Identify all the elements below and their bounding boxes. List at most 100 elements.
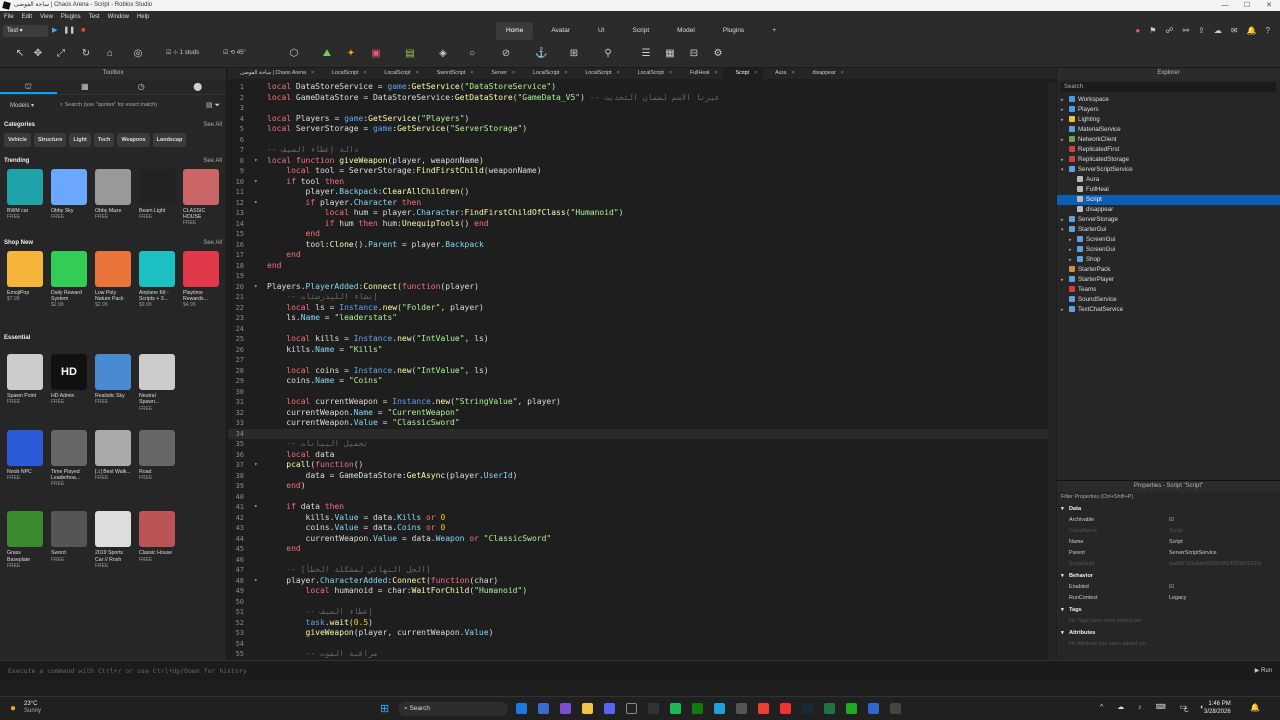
code-line[interactable]: 26 kills.Name = "Kills"	[228, 345, 1048, 356]
toolbox-item[interactable]: Obby Maze FREE	[95, 169, 131, 227]
mode-select[interactable]: Test ▾	[3, 25, 48, 37]
explorer-node[interactable]: ▸ ScreenGui	[1057, 245, 1280, 255]
chip-structure[interactable]: Structure	[33, 133, 67, 147]
toolbox-item[interactable]: Beam Light FREE	[139, 169, 175, 227]
select-tool-icon[interactable]: ↖	[14, 48, 26, 60]
code-line[interactable]: 21 -- إنشاء الليدرستات	[228, 292, 1048, 303]
doc-tab[interactable]: LocalScript	[320, 68, 372, 79]
material-icon[interactable]: ✦	[345, 48, 357, 60]
fold-toggle-icon[interactable]: ▾	[254, 156, 258, 167]
tab-model[interactable]: Model	[667, 22, 705, 40]
filter-icon[interactable]: ▤ ⏷	[206, 101, 226, 110]
toolbox-item[interactable]: Neutral Spawn... FREE	[139, 354, 175, 412]
terrain-icon[interactable]: ⛰	[321, 48, 333, 60]
explorer-node[interactable]: ▸ ScreenGui	[1057, 235, 1280, 245]
property-group[interactable]: Tags	[1057, 604, 1280, 616]
property-group[interactable]: Behavior	[1057, 570, 1280, 582]
menu-edit[interactable]: Edit	[22, 14, 32, 20]
doc-tab[interactable]: LocalScript	[372, 68, 424, 79]
code-line[interactable]: 8 ▾ local function giveWeapon(player, weap…	[228, 156, 1048, 167]
edge-icon[interactable]	[516, 703, 527, 714]
expand-arrow-icon[interactable]: ▸	[1061, 135, 1064, 145]
add-tab-button[interactable]: +	[762, 22, 786, 40]
output-toggle-icon[interactable]: ⊟	[688, 48, 700, 60]
explorer-node[interactable]: ▸ Shop	[1057, 255, 1280, 265]
code-line[interactable]: 20 ▾ Players.PlayerAdded:Connect(function(…	[228, 282, 1048, 293]
code-line[interactable]: 22 local ls = Instance.new("Folder", pla…	[228, 303, 1048, 314]
doc-tab[interactable]: SwordScript	[425, 68, 480, 79]
property-row[interactable]: RunContext Legacy	[1057, 593, 1280, 604]
property-value[interactable]: ☑	[1169, 515, 1174, 526]
studio-taskbar-icon[interactable]	[736, 703, 747, 714]
command-input[interactable]: Execute a command with Ctrl+/ or use Ctr…	[8, 667, 247, 675]
group-icon[interactable]: ○	[466, 48, 478, 60]
code-line[interactable]: 5 local ServerStorage = game:GetService("…	[228, 124, 1048, 135]
discord-icon[interactable]	[604, 703, 615, 714]
transform-tool-icon[interactable]: ⌂	[104, 48, 116, 60]
explorer-node[interactable]: ▾ StarterGui	[1057, 225, 1280, 235]
code-line[interactable]: 41 ▾ if data then	[228, 502, 1048, 513]
fold-toggle-icon[interactable]: ▾	[254, 177, 258, 188]
toolbox-search-input[interactable]: ⌕ Search (use "quotes" for exact match)	[60, 102, 206, 109]
code-line[interactable]: 55 -- مراقبة الموت	[228, 649, 1048, 660]
chip-light[interactable]: Light	[69, 133, 91, 147]
code-line[interactable]: 14 if hum then hum:UnequipTools() end	[228, 219, 1048, 230]
code-line[interactable]: 36 local data	[228, 450, 1048, 461]
tab-home[interactable]: Home	[496, 22, 534, 40]
menu-test[interactable]: Test	[89, 14, 100, 20]
code-line[interactable]: 34	[228, 428, 1048, 439]
properties-toggle-icon[interactable]: ▦	[664, 48, 676, 60]
chip-tech[interactable]: Tech	[93, 133, 115, 147]
editor-scrollbar[interactable]	[1048, 82, 1056, 660]
code-line[interactable]: 53 giveWeapon(player, currentWeapon.Valu…	[228, 628, 1048, 639]
code-line[interactable]: 35 -- تحميل البيانات	[228, 439, 1048, 450]
expand-arrow-icon[interactable]: ▸	[1069, 245, 1072, 255]
code-line[interactable]: 6	[228, 135, 1048, 146]
explorer-toggle-icon[interactable]: ☰	[640, 48, 652, 60]
pivot-icon[interactable]: ◎	[132, 48, 144, 60]
part-icon[interactable]: ⬡	[288, 48, 300, 60]
toolbox-item[interactable]: Sword FREE	[51, 511, 87, 569]
explorer-node[interactable]: Script	[1057, 195, 1280, 205]
code-line[interactable]: 44 currentWeapon.Value = data.Weapon or …	[228, 534, 1048, 545]
property-value[interactable]: Legacy	[1169, 593, 1186, 604]
code-line[interactable]: 43 coins.Value = data.Coins or 0	[228, 523, 1048, 534]
command-bar[interactable]: Execute a command with Ctrl+/ or use Ctr…	[0, 660, 1280, 680]
tab-script[interactable]: Script	[623, 22, 660, 40]
explorer-node[interactable]: ▸ ServerStorage	[1057, 215, 1280, 225]
code-line[interactable]: 52 task.wait(0.5)	[228, 618, 1048, 629]
weather-widget[interactable]: 23°C Sunny	[24, 701, 41, 715]
explorer-node[interactable]: ▸ Workspace	[1057, 95, 1280, 105]
expand-arrow-icon[interactable]: ▾	[1061, 225, 1064, 235]
explorer-node[interactable]: FullHeal	[1057, 185, 1280, 195]
doc-tab[interactable]: FullHeal	[678, 68, 724, 79]
expand-arrow-icon[interactable]: ▸	[1061, 105, 1064, 115]
doc-tab[interactable]: disappear	[800, 68, 849, 79]
explorer-node[interactable]: ▸ StarterPlayer	[1057, 275, 1280, 285]
explorer-node[interactable]: StarterPack	[1057, 265, 1280, 275]
chip-landscape[interactable]: Landscap	[152, 133, 187, 147]
doc-tab[interactable]: Server	[479, 68, 521, 79]
notifications-icon[interactable]: 🔔	[1250, 703, 1260, 712]
snap-studs[interactable]: ☑ ⊹ 1 studs	[166, 49, 199, 56]
excel-icon[interactable]	[824, 703, 835, 714]
avatar-icon[interactable]: ●	[1135, 26, 1140, 35]
doc-tab[interactable]: Aura	[763, 68, 800, 79]
code-line[interactable]: 2 local GameDataStore = DataStoreService:…	[228, 93, 1048, 104]
code-line[interactable]: 1 local DataStoreService = game:GetServic…	[228, 82, 1048, 93]
code-area[interactable]: 1 local DataStoreService = game:GetServic…	[228, 82, 1048, 660]
expand-arrow-icon[interactable]: ▸	[1069, 235, 1072, 245]
start-icon[interactable]: ⊞	[380, 702, 389, 715]
creations-tab-icon[interactable]: ⬤	[170, 79, 227, 94]
ui-icon[interactable]: ▣	[370, 48, 382, 60]
toolbox-item[interactable]: 2019 Sports Car // Rosh FREE	[95, 511, 131, 569]
collisions-icon[interactable]: ⊞	[568, 48, 580, 60]
steam-icon[interactable]	[802, 703, 813, 714]
toolbox-item[interactable]: Playtime Rewards... $4.99	[183, 250, 219, 309]
code-line[interactable]: 10 ▾ if tool then	[228, 177, 1048, 188]
property-row[interactable]: No Attribute has been added yet	[1057, 639, 1280, 650]
code-line[interactable]: 17 end	[228, 250, 1048, 261]
toolbox-item[interactable]: HD HD Admin FREE	[51, 354, 87, 412]
expand-arrow-icon[interactable]: ▸	[1061, 115, 1064, 125]
code-line[interactable]: 47 -- [الحل النهائي لمشكلة الخطأ]	[228, 565, 1048, 576]
